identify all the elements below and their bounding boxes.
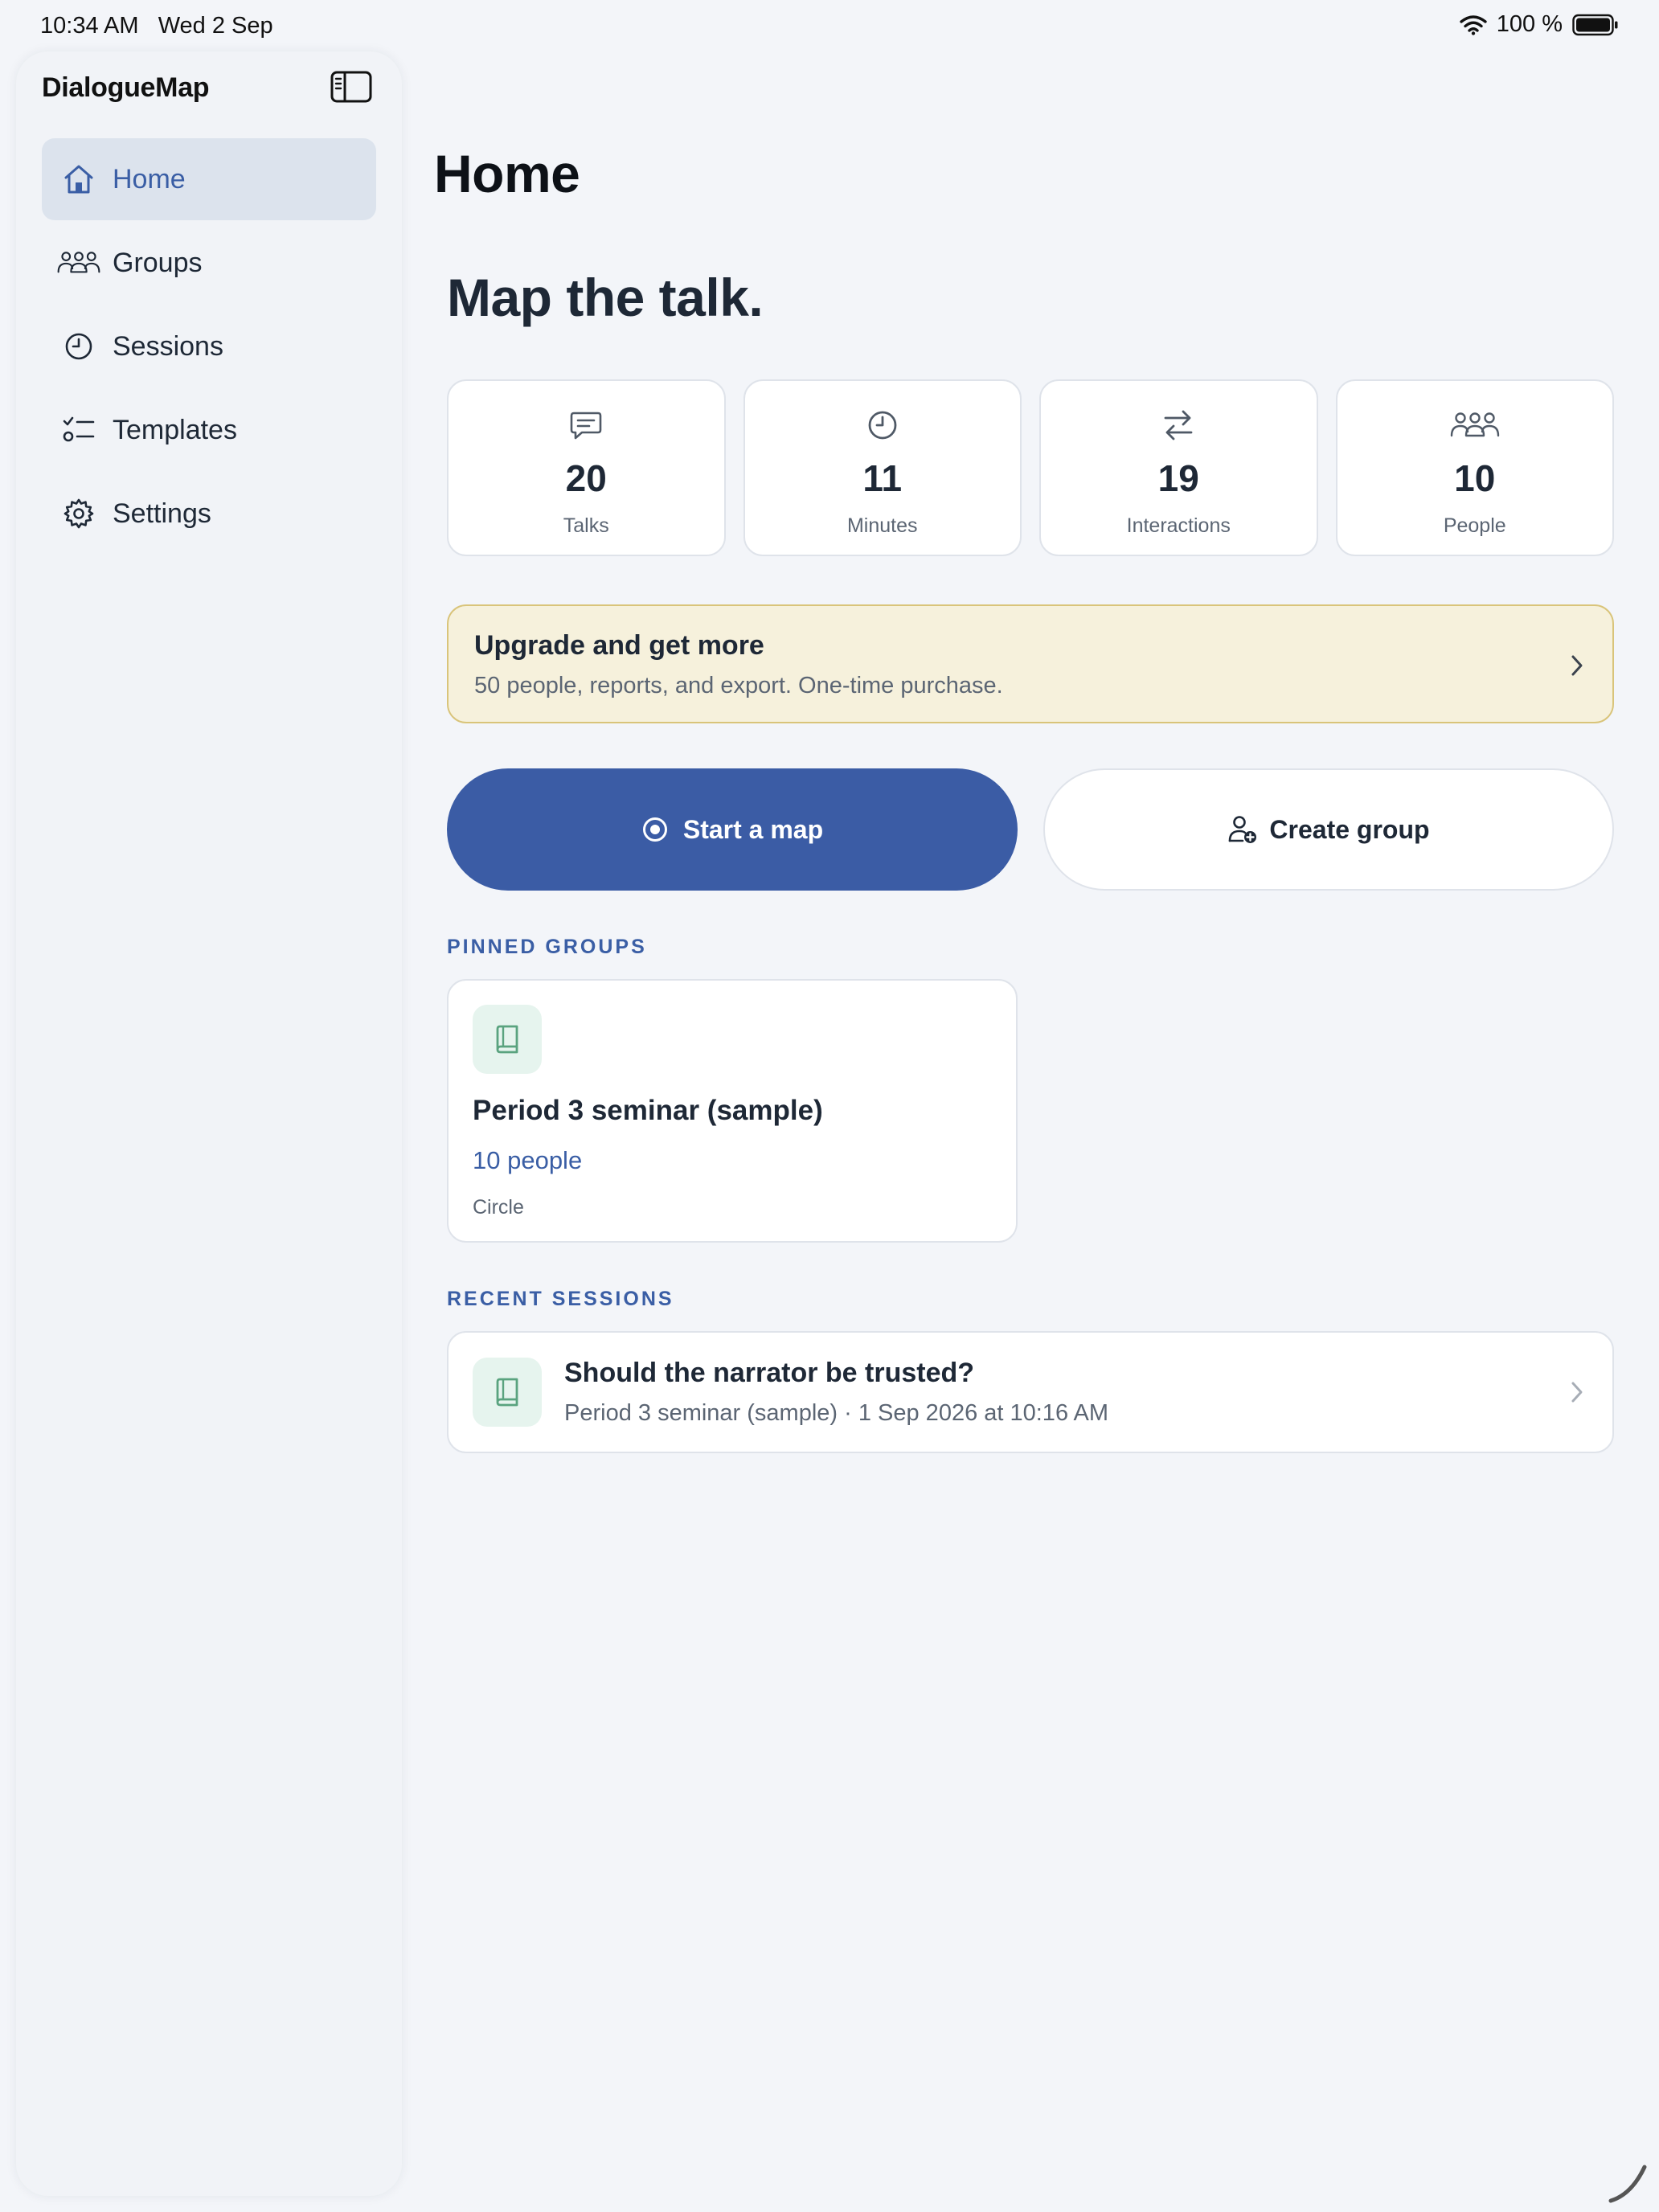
pencil-stroke-icon [1608,2165,1647,2203]
recent-session-row[interactable]: Should the narrator be trusted? Period 3… [447,1331,1614,1453]
sidebar-icon [330,71,372,103]
session-meta: Period 3 seminar (sample) · 1 Sep 2026 a… [564,1400,1109,1426]
stat-value: 20 [565,457,607,499]
sidebar-item-groups[interactable]: Groups [42,222,376,304]
clock-icon [56,326,101,367]
stat-card-people: 10 People [1335,379,1614,556]
sidebar-toggle-button[interactable] [330,69,373,104]
sidebar-item-label: Home [113,163,186,195]
stat-card-interactions: 19 Interactions [1039,379,1318,556]
pinned-groups-heading: PINNED GROUPS [447,936,647,958]
session-text: Should the narrator be trusted? Period 3… [564,1358,1108,1427]
battery-icon [1572,14,1618,35]
group-name: Period 3 seminar (sample) [473,1095,823,1126]
create-group-button[interactable]: Create group [1043,768,1614,891]
status-bar: 10:34 AM Wed 2 Sep 100 % [0,0,1659,51]
record-icon [642,817,667,842]
stat-label: People [1443,514,1506,537]
session-title: Should the narrator be trusted? [564,1358,975,1388]
page-title: Home [434,144,580,203]
stat-label: Talks [563,514,609,537]
sidebar-item-label: Groups [113,247,203,278]
create-group-label: Create group [1269,814,1430,844]
hero-heading: Map the talk. [447,268,764,327]
status-time: 10:34 AM Wed 2 Sep [40,13,273,39]
sidebar-item-label: Templates [113,414,237,445]
people-icon [56,243,101,283]
arrows-icon [1161,405,1196,445]
house-icon [56,159,101,199]
group-badge [473,1005,542,1074]
group-people-count: 10 people [473,1146,583,1174]
start-map-label: Start a map [682,814,824,844]
stat-card-talks: 20 Talks [447,379,726,556]
start-map-button[interactable]: Start a map [447,768,1018,891]
sidebar-item-templates[interactable]: Templates [42,389,376,471]
stat-value: 11 [862,457,903,499]
wifi-icon [1460,14,1487,35]
session-badge [473,1358,542,1427]
clock-icon [866,405,899,445]
book-icon [496,1378,518,1407]
chevron-right-icon [1571,1382,1583,1403]
add-person-icon [1229,816,1257,843]
sidebar: DialogueMap Home Groups Sessions Templat… [16,51,402,2196]
checklist-icon [56,410,101,450]
pinned-group-card[interactable]: Period 3 seminar (sample) 10 people Circ… [447,979,1018,1243]
status-date: Wed 2 Sep [158,13,273,39]
sidebar-item-home[interactable]: Home [42,138,376,220]
people-icon [1448,405,1501,445]
upgrade-banner[interactable]: Upgrade and get more 50 people, reports,… [447,604,1614,723]
book-icon [496,1025,518,1054]
stat-value: 10 [1454,457,1496,499]
gear-icon [56,494,101,534]
stat-label: Interactions [1126,514,1231,537]
stat-value: 19 [1157,457,1199,499]
chevron-right-icon [1571,655,1583,676]
upgrade-title: Upgrade and get more [474,630,764,661]
stat-label: Minutes [846,514,918,537]
stats-row: 20 Talks 11 Minutes 19 Interactions 10 P… [447,379,1614,556]
stat-card-minutes: 11 Minutes [743,379,1022,556]
group-layout: Circle [473,1196,524,1219]
sidebar-item-label: Sessions [113,330,223,362]
battery-percent: 100 % [1496,11,1563,37]
app-title: DialogueMap [42,72,210,103]
chat-icon [569,405,603,445]
status-clock: 10:34 AM [40,13,139,39]
status-indicators: 100 % [1460,11,1619,38]
sidebar-item-sessions[interactable]: Sessions [42,305,376,387]
sidebar-item-settings[interactable]: Settings [42,473,376,555]
upgrade-subtitle: 50 people, reports, and export. One-time… [474,673,1003,698]
sidebar-nav: Home Groups Sessions Templates Settings [42,138,376,555]
sidebar-item-label: Settings [113,498,211,529]
recent-sessions-heading: RECENT SESSIONS [447,1288,674,1310]
